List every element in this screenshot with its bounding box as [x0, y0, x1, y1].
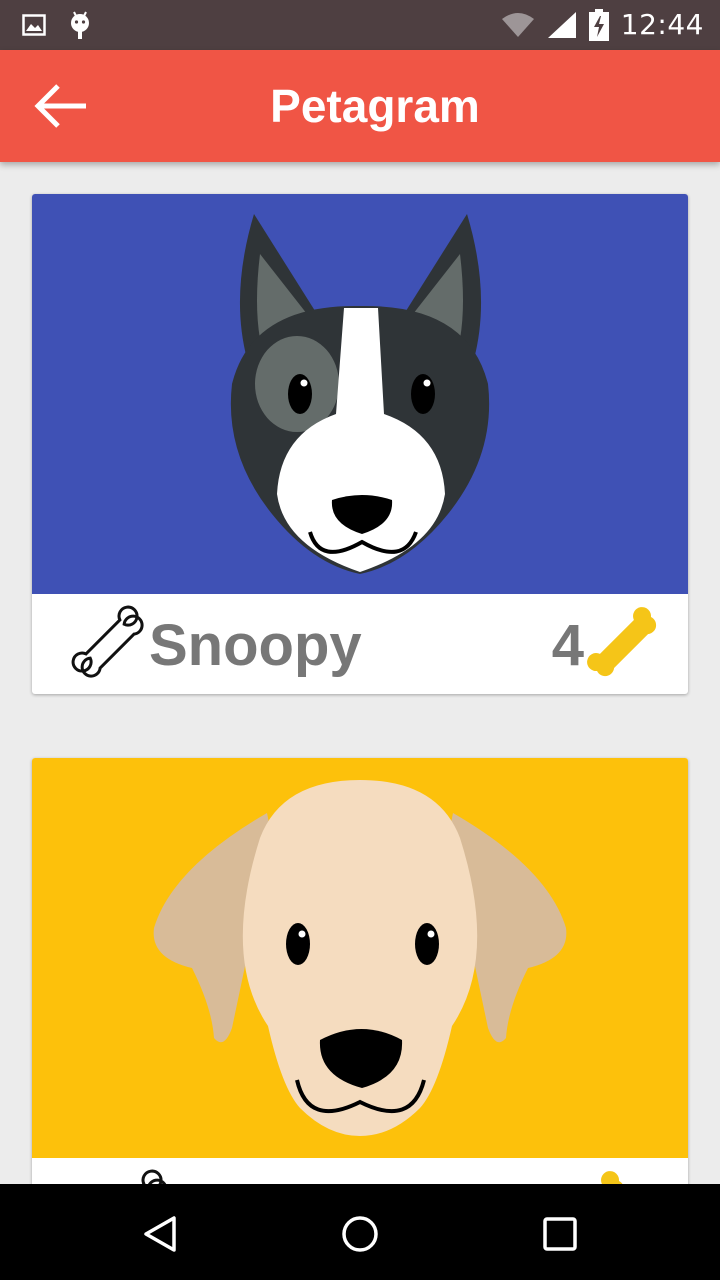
- page-title: Petagram: [270, 80, 480, 132]
- wifi-icon: [501, 12, 534, 37]
- system-nav-bar: [0, 1184, 720, 1280]
- gallery-notification-icon: [22, 14, 46, 36]
- bone-outline-icon[interactable]: [94, 1168, 174, 1184]
- nav-recents-button[interactable]: [538, 1212, 582, 1256]
- labrador-dog-face-image: [153, 780, 567, 1136]
- nav-back-button[interactable]: [138, 1212, 182, 1256]
- pet-rating: 4: [551, 613, 584, 678]
- android-notification-icon: [71, 11, 89, 39]
- pet-card-footer: Snoopy 4: [32, 594, 688, 694]
- home-circle-icon: [342, 1216, 378, 1252]
- dark-dog-face-image: [230, 214, 490, 574]
- pet-name: Snoopy: [149, 613, 362, 678]
- clock: 12:44: [620, 8, 704, 41]
- cell-signal-icon: [547, 11, 576, 38]
- bone-outline-icon[interactable]: [70, 604, 150, 684]
- pet-photo: [32, 758, 688, 1158]
- pet-list[interactable]: Snoopy 4: [0, 162, 720, 1184]
- pet-photo: [32, 194, 688, 594]
- nav-home-button[interactable]: [338, 1212, 382, 1256]
- pet-card[interactable]: [32, 758, 688, 1184]
- bone-rating-icon: [587, 607, 657, 677]
- app-bar: Petagram: [0, 50, 720, 162]
- status-bar: 12:44: [0, 0, 720, 50]
- battery-charging-icon: [588, 8, 609, 41]
- screen: 12:44 Petagram Snoopy 4: [0, 0, 720, 1280]
- back-triangle-icon: [144, 1216, 176, 1252]
- bone-rating-icon: [555, 1171, 625, 1184]
- pet-card[interactable]: Snoopy 4: [32, 194, 688, 694]
- pet-card-footer: [32, 1158, 688, 1184]
- recents-square-icon: [543, 1217, 577, 1251]
